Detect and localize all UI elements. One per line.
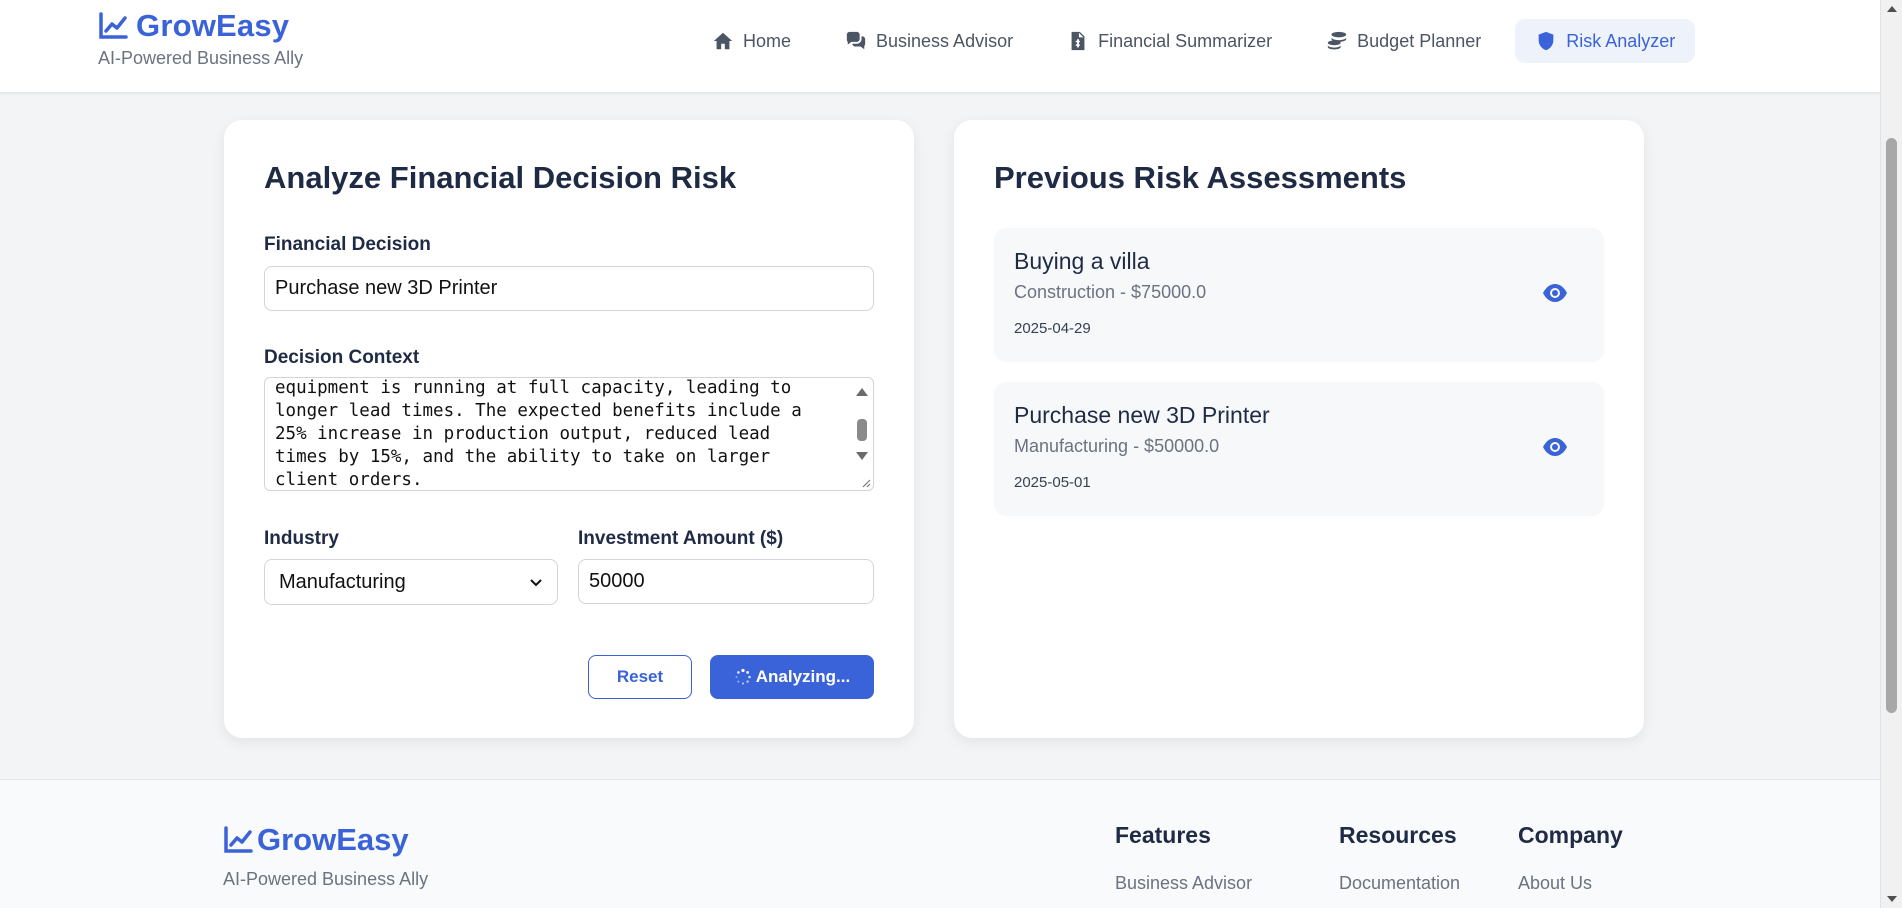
footer-brand[interactable]: GrowEasy [223, 822, 409, 858]
brand[interactable]: GrowEasy AI-Powered Business Ally [98, 8, 303, 69]
footer-brand-name: GrowEasy [257, 822, 409, 857]
assessment-item[interactable]: Buying a villa Construction - $75000.0 2… [994, 228, 1604, 362]
decision-input[interactable]: Purchase new 3D Printer [264, 266, 874, 311]
scroll-down-arrow-icon[interactable] [1887, 896, 1897, 902]
assessment-subtitle: Manufacturing - $50000.0 [1014, 436, 1220, 456]
context-textarea[interactable]: equipment is running at full capacity, l… [264, 377, 874, 491]
brand-tagline: AI-Powered Business Ally [98, 48, 304, 68]
chevron-down-icon [530, 579, 542, 587]
footer-column-features: Features Business Advisor [1115, 822, 1252, 894]
footer-column-title: Company [1518, 822, 1623, 848]
coins-icon [1327, 31, 1347, 50]
amount-input-value: 50000 [589, 570, 645, 592]
footer-tagline: AI-Powered Business Ally [223, 869, 429, 889]
eye-icon[interactable] [1542, 283, 1568, 303]
assessment-title: Buying a villa [1014, 248, 1150, 274]
analyze-button[interactable]: Analyzing... [710, 655, 874, 699]
chart-line-icon [99, 12, 128, 39]
brand-name: GrowEasy [136, 8, 290, 43]
assessment-date: 2025-05-01 [1014, 474, 1091, 491]
risk-form-card: Analyze Financial Decision Risk Financia… [224, 120, 914, 738]
nav-financial-summarizer-label: Financial Summarizer [1098, 30, 1273, 51]
nav-financial-summarizer[interactable]: Financial Summarizer [1047, 19, 1292, 63]
comments-icon [846, 31, 866, 50]
footer: GrowEasy AI-Powered Business Ally Featur… [0, 779, 1880, 908]
footer-link[interactable]: Documentation [1339, 873, 1460, 894]
shield-icon [1538, 31, 1554, 51]
amount-label: Investment Amount ($) [578, 528, 784, 549]
page-scroll-thumb[interactable] [1886, 138, 1897, 713]
industry-label: Industry [264, 528, 339, 549]
history-card: Previous Risk Assessments Buying a villa… [954, 120, 1644, 738]
eye-icon[interactable] [1542, 437, 1568, 457]
nav-home-label: Home [743, 30, 792, 51]
context-text: equipment is running at full capacity, l… [275, 378, 802, 490]
textarea-scrollbar[interactable] [851, 378, 873, 490]
analyze-button-label: Analyzing... [755, 667, 851, 686]
assessment-date: 2025-04-29 [1014, 320, 1091, 337]
reset-button[interactable]: Reset [588, 655, 692, 699]
decision-input-value: Purchase new 3D Printer [275, 277, 498, 299]
scroll-down-arrow-icon[interactable] [856, 452, 868, 460]
footer-column-resources: Resources Documentation [1339, 822, 1460, 894]
nav-business-advisor[interactable]: Business Advisor [825, 19, 1033, 63]
industry-select[interactable]: Manufacturing [264, 559, 558, 605]
assessment-subtitle: Construction - $75000.0 [1014, 282, 1207, 302]
nav-home[interactable]: Home [692, 19, 811, 63]
industry-select-value: Manufacturing [279, 570, 406, 593]
scroll-up-arrow-icon[interactable] [856, 388, 868, 396]
footer-column-title: Resources [1339, 822, 1457, 848]
file-invoice-icon [1071, 31, 1085, 51]
nav-business-advisor-label: Business Advisor [876, 30, 1014, 51]
assessment-item[interactable]: Purchase new 3D Printer Manufacturing - … [994, 382, 1604, 516]
footer-column-title: Features [1115, 822, 1211, 848]
reset-button-label: Reset [616, 667, 664, 686]
nav-risk-analyzer[interactable]: Risk Analyzer [1515, 19, 1696, 63]
resize-handle-icon[interactable] [859, 476, 871, 488]
decision-label: Financial Decision [264, 234, 431, 255]
footer-link[interactable]: About Us [1518, 873, 1623, 894]
textarea-scroll-thumb[interactable] [857, 419, 867, 441]
main-nav: Home Business Advisor Financial Summariz… [692, 19, 1696, 63]
history-title: Previous Risk Assessments [994, 160, 1407, 195]
amount-input[interactable]: 50000 [578, 559, 874, 604]
spinner-icon [735, 668, 751, 685]
footer-link[interactable]: Business Advisor [1115, 873, 1252, 894]
assessment-title: Purchase new 3D Printer [1014, 402, 1270, 428]
form-title: Analyze Financial Decision Risk [264, 160, 737, 195]
nav-budget-planner-label: Budget Planner [1357, 30, 1482, 51]
page-scrollbar[interactable] [1880, 0, 1902, 908]
footer-column-company: Company About Us [1518, 822, 1623, 894]
nav-risk-analyzer-label: Risk Analyzer [1566, 30, 1676, 51]
context-label: Decision Context [264, 347, 420, 368]
nav-budget-planner[interactable]: Budget Planner [1306, 19, 1501, 63]
home-icon [713, 32, 733, 50]
scroll-up-arrow-icon[interactable] [1887, 6, 1897, 12]
top-navbar: GrowEasy AI-Powered Business Ally Home B… [0, 0, 1880, 93]
chart-line-icon [224, 826, 253, 853]
